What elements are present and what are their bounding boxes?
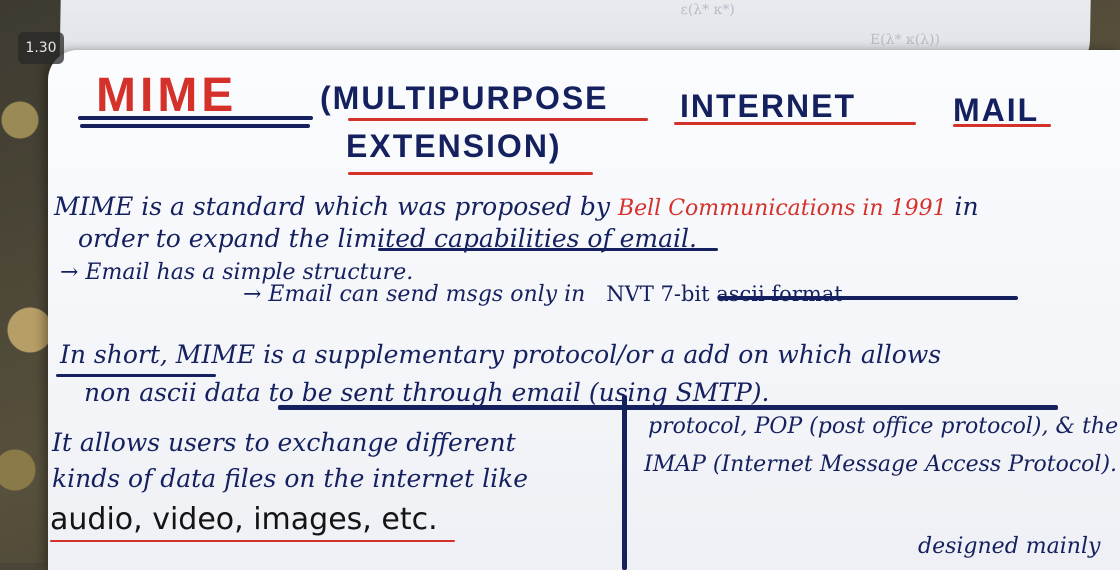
title-word-multipurpose: (MULTIPURPOSE: [320, 80, 609, 116]
para1-highlight: Bell Communications in 1991: [617, 196, 947, 221]
note-email-limit-text: → Email can send msgs only in: [243, 282, 586, 307]
vertical-divider: [622, 395, 627, 570]
para1-line1: MIME is a standard which was proposed by…: [54, 192, 979, 221]
media-types-underline: [50, 540, 455, 542]
limited-capabilities-underline: [378, 248, 718, 251]
title-underline: [348, 172, 593, 175]
right-col-line3: designed mainly: [918, 534, 1101, 559]
right-col-line2: IMAP (Internet Message Access Protocol).: [644, 452, 1118, 477]
in-short-underline: [56, 374, 216, 377]
faded-scribble: E(λ* κ(λ)): [869, 32, 941, 48]
title-mime-underline-2: [80, 124, 310, 128]
title-word-extension: EXTENSION): [346, 128, 562, 164]
title-underline: [348, 118, 648, 121]
title-mime-underline: [78, 116, 313, 120]
note-nvt-format: NVT 7-bit ascii format: [606, 282, 843, 306]
para2-line1: In short, MIME is a supplementary protoc…: [60, 340, 942, 369]
left-col-line1: It allows users to exchange different: [52, 428, 516, 457]
para1-line1-end: in: [954, 192, 979, 221]
nvt-format-underline: [718, 296, 1018, 300]
title-underline: [674, 122, 916, 125]
faded-scribble: ε(λ* κ*): [680, 2, 735, 18]
title-mime: MIME: [96, 69, 238, 122]
left-col-line3: audio, video, images, etc.: [50, 502, 438, 537]
horizontal-divider: [278, 405, 1058, 410]
note-email-limit: → Email can send msgs only in NVT 7-bit …: [243, 282, 843, 307]
para1-line1-start: MIME is a standard which was proposed by: [54, 192, 610, 221]
title-underline: [953, 124, 1051, 127]
title-word-internet: INTERNET: [680, 88, 856, 124]
para2-line2: non ascii data to be sent through email …: [84, 378, 770, 407]
right-col-line1: protocol, POP (post office protocol), & …: [648, 414, 1119, 439]
notebook-page: MIME (MULTIPURPOSE INTERNET MAIL EXTENSI…: [48, 50, 1120, 570]
left-col-line2: kinds of data files on the internet like: [52, 464, 529, 493]
playback-speed-badge: 1.30: [18, 32, 64, 64]
